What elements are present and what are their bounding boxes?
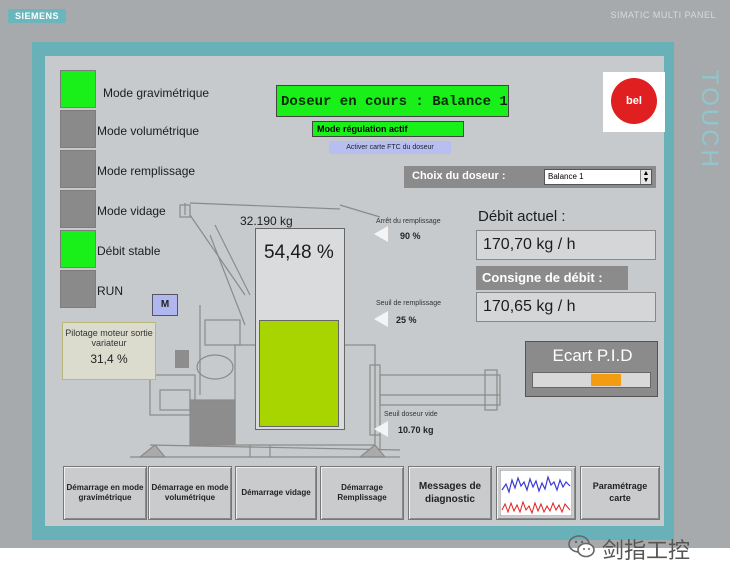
doser-choice-panel: Choix du doseur : Balance 1 ▲ ▼	[404, 166, 656, 188]
run-indicator	[60, 270, 96, 308]
mode-gravimetric-indicator	[60, 70, 96, 108]
bel-logo-badge: bel	[611, 78, 657, 124]
pid-deviation-indicator	[591, 374, 621, 386]
hopper-weight: 32.190 kg	[240, 214, 293, 228]
stop-filling-pointer-icon	[374, 226, 388, 242]
mode-volumetric-indicator	[60, 110, 96, 148]
motor-drive-output-panel: Pilotage moteur sortie variateur 31,4 %	[62, 322, 156, 380]
start-filling-button[interactable]: Démarrage Remplissage	[320, 466, 404, 520]
activate-ftc-button[interactable]: Activer carte FTC du doseur	[329, 141, 451, 154]
watermark-text: 剑指工控	[602, 539, 691, 564]
mode-filling-indicator	[60, 150, 96, 188]
pid-deviation-label: Ecart P.I.D	[552, 346, 633, 365]
doser-choice-label: Choix du doseur :	[412, 170, 506, 182]
spinner-arrows-icon[interactable]: ▲ ▼	[640, 170, 651, 184]
start-volumetric-button[interactable]: Démarrage en mode volumétrique	[148, 466, 232, 520]
mode-volumetric-label: Mode volumétrique	[97, 124, 200, 138]
stable-flow-indicator	[60, 230, 96, 268]
empty-threshold-value[interactable]: 10.70 kg	[398, 425, 434, 435]
filling-threshold-label: Seuil de remplissage	[376, 300, 441, 307]
motor-icon: M	[152, 294, 178, 316]
touch-label: TOUCH	[696, 70, 723, 170]
pid-deviation-panel: Ecart P.I.D	[525, 341, 658, 397]
mode-gravimetric-label: Mode gravimétrique	[103, 86, 210, 100]
bel-logo: bel	[603, 72, 665, 132]
current-doser-banner: Doseur en cours : Balance 1	[276, 85, 509, 117]
hopper-fill-percent: 54,48 %	[264, 242, 334, 263]
regulation-status-banner: Mode régulation actif	[312, 121, 464, 137]
run-label: RUN	[97, 284, 123, 298]
stop-filling-value[interactable]: 90 %	[400, 231, 421, 241]
diagnostic-messages-button[interactable]: Messages de diagnostic	[408, 466, 492, 520]
doser-select-value: Balance 1	[548, 172, 584, 181]
empty-threshold-label: Seuil doseur vide	[384, 411, 438, 418]
siemens-logo: SIEMENS	[8, 9, 66, 23]
motor-drive-output-value: 31,4 %	[90, 352, 128, 366]
start-gravimetric-button[interactable]: Démarrage en mode gravimétrique	[63, 466, 147, 520]
motor-drive-output-label: Pilotage moteur sortie variateur	[65, 328, 153, 348]
empty-threshold-pointer-icon	[374, 421, 388, 437]
filling-threshold-value[interactable]: 25 %	[396, 315, 417, 325]
mode-emptying-indicator	[60, 190, 96, 228]
doser-select[interactable]: Balance 1 ▲ ▼	[544, 169, 652, 185]
pid-deviation-bar	[532, 372, 651, 388]
stop-filling-label: Arrêt du remplissage	[376, 218, 441, 225]
filling-threshold-pointer-icon	[374, 311, 388, 327]
start-emptying-button[interactable]: Démarrage vidage	[235, 466, 317, 520]
card-settings-button[interactable]: Paramétrage carte	[580, 466, 660, 520]
hopper-level-fill	[259, 320, 339, 427]
trend-graph-icon	[500, 470, 572, 516]
trend-graph-button[interactable]	[496, 466, 576, 520]
wechat-icon	[568, 535, 595, 558]
mode-filling-label: Mode remplissage	[97, 164, 196, 178]
panel-model-label: SIMATIC MULTI PANEL	[610, 10, 716, 20]
